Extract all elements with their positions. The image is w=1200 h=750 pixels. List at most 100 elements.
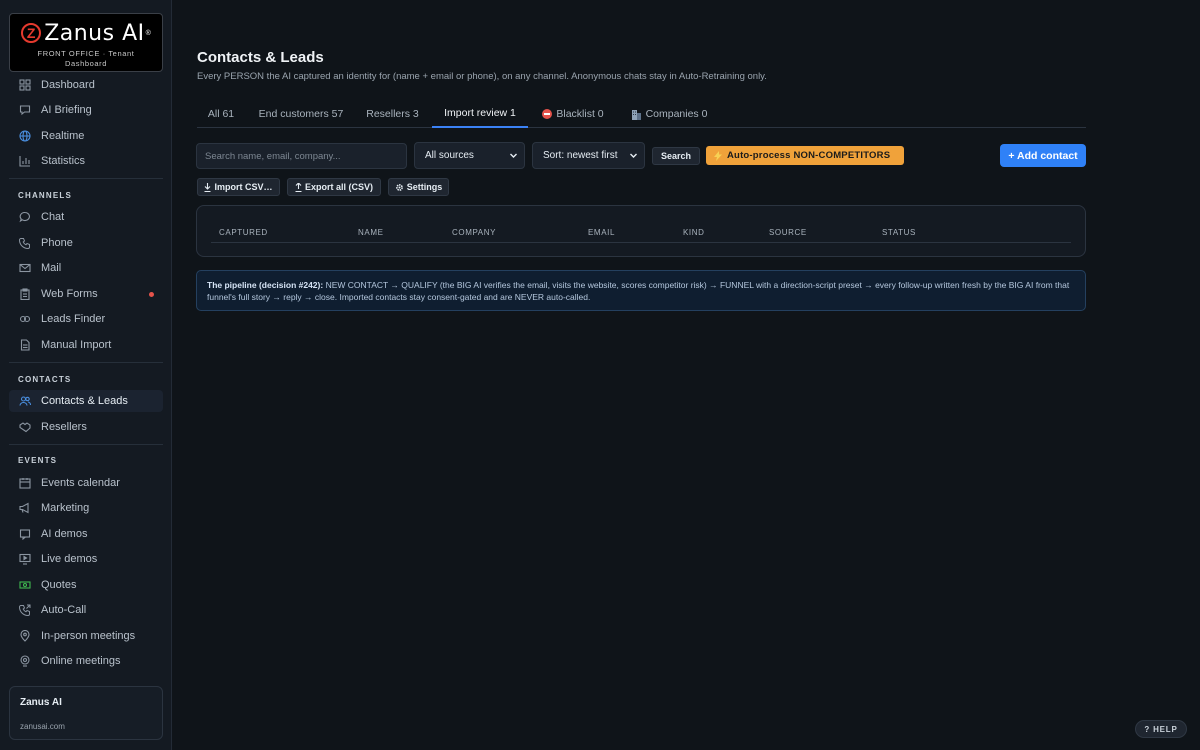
registered-mark: ®	[145, 29, 151, 37]
sidebar-item-resellers[interactable]: Resellers	[9, 416, 163, 438]
monitor-icon	[18, 552, 32, 566]
zanus-logo-icon: Z	[21, 23, 42, 43]
sidebar-divider	[9, 444, 163, 445]
source-select-value: All sources	[425, 150, 474, 161]
gear-icon	[395, 183, 404, 192]
section-label-channels: CHANNELS	[18, 191, 73, 200]
calendar-icon	[18, 476, 32, 490]
tab-label: End customers 57	[258, 108, 344, 120]
sidebar-item-marketing[interactable]: Marketing	[9, 497, 163, 519]
sidebar-item-manual-import[interactable]: Manual Import	[9, 334, 163, 356]
column-header-source[interactable]: SOURCE	[769, 228, 807, 237]
brand-subtitle-2: Dashboard	[64, 59, 108, 68]
sidebar-item-label: Contacts & Leads	[41, 395, 128, 407]
sidebar-item-chat[interactable]: Chat	[9, 206, 163, 228]
tab-bar: All 61 End customers 57 Resellers 3 Impo…	[197, 100, 1086, 128]
money-icon	[18, 578, 32, 592]
column-header-company[interactable]: COMPANY	[452, 228, 496, 237]
search-input[interactable]	[196, 143, 407, 169]
sidebar-item-realtime[interactable]: Realtime	[9, 125, 163, 147]
sidebar-item-ai-briefing[interactable]: AI Briefing	[9, 99, 163, 121]
tenant-url: zanusai.com	[20, 722, 65, 731]
sidebar-item-dashboard[interactable]: Dashboard	[9, 74, 163, 96]
sidebar-item-label: Mail	[41, 262, 62, 274]
sort-select[interactable]: Sort: newest first	[532, 142, 645, 169]
mail-icon	[18, 261, 32, 275]
sidebar-item-label: Web Forms	[41, 288, 98, 300]
bar-chart-icon	[18, 154, 32, 168]
lightning-icon	[714, 150, 722, 161]
import-icon	[204, 182, 211, 192]
sidebar-item-statistics[interactable]: Statistics	[9, 150, 163, 172]
info-text: NEW CONTACT → QUALIFY (the BIG AI verifi…	[207, 280, 1070, 302]
sidebar-item-label: Events calendar	[41, 477, 120, 489]
webcam-icon	[18, 654, 32, 668]
table-header-divider	[211, 242, 1071, 243]
sidebar-item-label: Chat	[41, 211, 65, 223]
settings-button[interactable]: Settings	[388, 178, 449, 196]
brand-name: Zanus AI	[44, 20, 145, 46]
tab-label: Blacklist 0	[556, 108, 604, 120]
search-button[interactable]: Search	[652, 147, 700, 165]
sidebar-item-label: Phone	[41, 237, 73, 249]
export-csv-button[interactable]: Export all (CSV)	[287, 178, 381, 196]
column-header-captured[interactable]: CAPTURED	[219, 228, 268, 237]
sidebar-item-web-forms[interactable]: Web Forms	[9, 283, 163, 305]
phone-forward-icon	[18, 603, 32, 617]
users-icon	[18, 394, 32, 408]
sidebar-item-mail[interactable]: Mail	[9, 257, 163, 279]
message-icon	[18, 103, 32, 117]
sidebar-item-in-person-meetings[interactable]: In-person meetings	[9, 625, 163, 647]
sidebar-item-quotes[interactable]: Quotes	[9, 574, 163, 596]
column-header-email[interactable]: EMAIL	[588, 228, 615, 237]
column-header-kind[interactable]: KIND	[683, 228, 705, 237]
sidebar-item-label: Statistics	[41, 155, 86, 167]
tab-label: Resellers 3	[366, 108, 419, 120]
import-csv-button[interactable]: Import CSV…	[197, 178, 280, 196]
brand-subtitle: FRONT OFFICE · Tenant	[37, 49, 135, 58]
tab-end-customers[interactable]: End customers 57	[252, 100, 350, 128]
sidebar-item-label: AI Briefing	[41, 104, 92, 116]
chevron-down-icon	[509, 151, 518, 163]
chat-icon	[18, 210, 32, 224]
section-label-contacts: CONTACTS	[18, 375, 72, 384]
sidebar-item-leads-finder[interactable]: Leads Finder	[9, 308, 163, 330]
tab-label: All 61	[207, 108, 235, 120]
page-title: Contacts & Leads	[197, 49, 324, 66]
source-select[interactable]: All sources	[414, 142, 525, 169]
sidebar-item-label: Leads Finder	[41, 313, 106, 325]
tab-all[interactable]: All 61	[197, 100, 245, 128]
sidebar-item-online-meetings[interactable]: Online meetings	[9, 650, 163, 672]
sidebar-divider	[9, 362, 163, 363]
sidebar-item-contacts-leads[interactable]: Contacts & Leads	[9, 390, 163, 412]
add-contact-button[interactable]: + Add contact	[1000, 144, 1086, 167]
settings-label: Settings	[406, 182, 443, 192]
pipeline-info-box: The pipeline (decision #242): NEW CONTAC…	[196, 270, 1086, 311]
brand-logo[interactable]: Z Zanus AI ® FRONT OFFICE · Tenant Dashb…	[9, 13, 163, 72]
grid-icon	[18, 78, 32, 92]
export-icon	[295, 182, 302, 192]
sidebar-item-events-calendar[interactable]: Events calendar	[9, 472, 163, 494]
column-header-name[interactable]: NAME	[358, 228, 384, 237]
tab-label: Import review 1	[444, 107, 516, 119]
sidebar-item-label: Manual Import	[41, 339, 112, 351]
tab-blacklist[interactable]: Blacklist 0	[537, 100, 609, 128]
tab-resellers[interactable]: Resellers 3	[357, 100, 428, 128]
sidebar-item-label: Online meetings	[41, 655, 121, 667]
megaphone-icon	[18, 501, 32, 515]
tab-import-review[interactable]: Import review 1	[432, 100, 528, 128]
column-header-status[interactable]: STATUS	[882, 228, 916, 237]
sort-select-value: Sort: newest first	[543, 150, 618, 161]
export-csv-label: Export all (CSV)	[304, 182, 373, 192]
sidebar-item-ai-demos[interactable]: AI demos	[9, 523, 163, 545]
tenant-name: Zanus AI	[20, 697, 62, 708]
auto-process-button[interactable]: Auto-process NON-COMPETITORS	[706, 146, 904, 165]
sidebar-item-live-demos[interactable]: Live demos	[9, 548, 163, 570]
tenant-card[interactable]: Zanus AI zanusai.com	[9, 686, 163, 740]
sidebar-item-phone[interactable]: Phone	[9, 232, 163, 254]
sidebar-item-label: Realtime	[41, 130, 85, 142]
info-lead: The pipeline (decision #242):	[207, 280, 324, 290]
help-button[interactable]: ? HELP	[1135, 720, 1187, 738]
sidebar-item-auto-call[interactable]: Auto-Call	[9, 599, 163, 621]
tab-companies[interactable]: Companies 0	[627, 100, 711, 128]
